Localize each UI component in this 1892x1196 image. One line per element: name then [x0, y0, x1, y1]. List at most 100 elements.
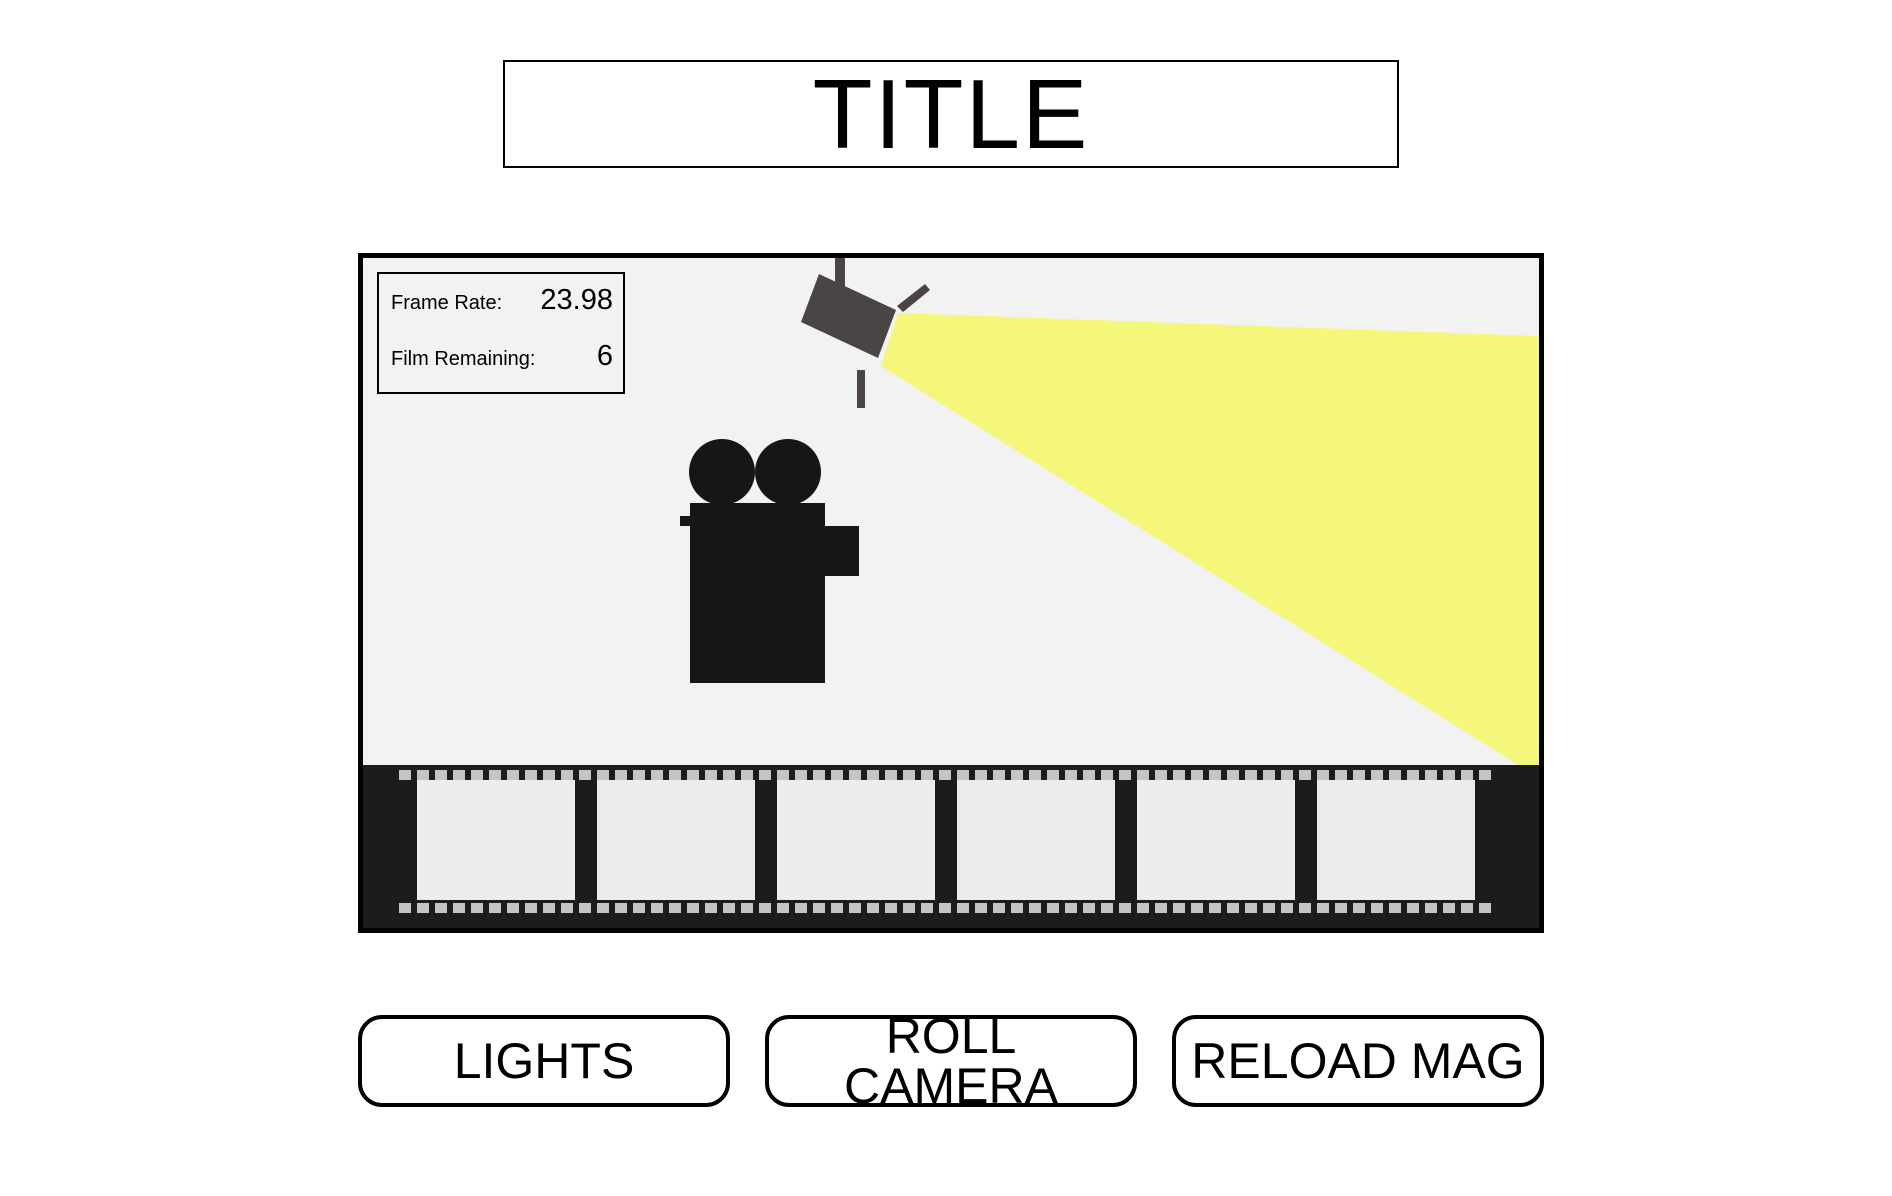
sprocket-hole	[615, 770, 627, 780]
sprocket-hole	[957, 903, 969, 913]
sprocket-hole	[849, 903, 861, 913]
sprocket-hole	[813, 770, 825, 780]
sprocket-hole	[507, 770, 519, 780]
sprocket-hole	[1353, 903, 1365, 913]
sprocket-hole	[831, 770, 843, 780]
sprocket-hole	[1065, 770, 1077, 780]
sprocket-hole	[975, 903, 987, 913]
sprocket-hole	[669, 903, 681, 913]
frame-rate-value: 23.98	[540, 284, 613, 316]
light-beam-body	[881, 313, 1539, 778]
sprocket-hole	[885, 770, 897, 780]
sprocket-hole	[633, 770, 645, 780]
sprocket-hole	[579, 770, 591, 780]
sprocket-hole	[849, 770, 861, 780]
sprocket-hole	[1335, 770, 1347, 780]
film-frame	[957, 780, 1115, 900]
sprocket-hole	[399, 903, 411, 913]
sprocket-hole	[1137, 770, 1149, 780]
sprocket-hole	[1119, 903, 1131, 913]
sprocket-hole	[489, 770, 501, 780]
sprocket-hole	[1155, 903, 1167, 913]
sprocket-hole	[759, 903, 771, 913]
sprocket-hole	[1083, 903, 1095, 913]
sprocket-hole	[1389, 770, 1401, 780]
film-frame	[417, 780, 575, 900]
sprocket-hole	[543, 903, 555, 913]
sprocket-hole	[1101, 903, 1113, 913]
sprocket-hole	[471, 903, 483, 913]
sprocket-hole	[1173, 770, 1185, 780]
sprocket-hole	[903, 770, 915, 780]
film-remaining-label: Film Remaining:	[391, 348, 536, 370]
sprocket-hole	[885, 903, 897, 913]
sprocket-hole	[1083, 770, 1095, 780]
sprocket-hole	[1263, 903, 1275, 913]
sprocket-hole	[867, 903, 879, 913]
sprocket-hole	[651, 903, 663, 913]
sprocket-hole	[651, 770, 663, 780]
sprocket-hole	[417, 903, 429, 913]
sprocket-hole	[921, 903, 933, 913]
sprocket-hole	[777, 770, 789, 780]
sprocket-hole	[1011, 903, 1023, 913]
film-strip	[363, 765, 1539, 928]
sprocket-hole	[975, 770, 987, 780]
sprocket-hole	[795, 903, 807, 913]
stage-scene: Frame Rate: 23.98 Film Remaining: 6	[358, 253, 1544, 933]
sprocket-hole	[813, 903, 825, 913]
sprocket-hole	[1479, 770, 1491, 780]
sprocket-hole	[993, 770, 1005, 780]
sprocket-hole	[1263, 770, 1275, 780]
sprocket-hole	[741, 903, 753, 913]
sprocket-hole	[1029, 770, 1041, 780]
sprocket-hole	[435, 903, 447, 913]
sprocket-hole	[579, 903, 591, 913]
sprocket-hole	[1371, 903, 1383, 913]
sprocket-hole	[1137, 903, 1149, 913]
sprocket-hole	[1047, 770, 1059, 780]
sprocket-hole	[1407, 770, 1419, 780]
sprocket-hole	[453, 903, 465, 913]
sprocket-hole	[543, 770, 555, 780]
sprocket-hole	[615, 903, 627, 913]
sprocket-hole	[453, 770, 465, 780]
sprocket-hole	[525, 903, 537, 913]
roll-camera-button[interactable]: ROLL CAMERA	[765, 1011, 1137, 1111]
sprocket-hole	[831, 903, 843, 913]
sprocket-hole	[1281, 770, 1293, 780]
sprocket-hole	[669, 770, 681, 780]
sprocket-hole	[1245, 770, 1257, 780]
sprocket-hole	[561, 903, 573, 913]
sprocket-hole	[705, 903, 717, 913]
sprocket-hole	[903, 903, 915, 913]
sprocket-hole	[993, 903, 1005, 913]
film-frame	[1137, 780, 1295, 900]
sprocket-hole	[795, 770, 807, 780]
sprocket-hole	[1191, 770, 1203, 780]
sprocket-hole	[1227, 770, 1239, 780]
film-camera-icon	[680, 439, 859, 683]
sprocket-hole	[1209, 903, 1221, 913]
sprocket-hole	[705, 770, 717, 780]
sprocket-hole	[1299, 903, 1311, 913]
sprocket-hole	[939, 770, 951, 780]
sprocket-hole	[1443, 770, 1455, 780]
sprocket-hole	[1047, 903, 1059, 913]
sprocket-hole	[777, 903, 789, 913]
sprocket-hole	[1443, 903, 1455, 913]
page-title: TITLE	[503, 60, 1399, 168]
sprocket-hole	[435, 770, 447, 780]
sprocket-hole	[489, 903, 501, 913]
sprocket-hole	[957, 770, 969, 780]
film-remaining-row: Film Remaining: 6	[391, 340, 613, 373]
reload-mag-button[interactable]: RELOAD MAG	[1172, 1015, 1544, 1107]
sprocket-hole	[1011, 770, 1023, 780]
sprocket-hole	[471, 770, 483, 780]
lights-button[interactable]: LIGHTS	[358, 1015, 730, 1107]
sprocket-hole	[1209, 770, 1221, 780]
sprocket-hole	[507, 903, 519, 913]
sprocket-hole	[1155, 770, 1167, 780]
sprocket-hole	[1101, 770, 1113, 780]
sprocket-hole	[1227, 903, 1239, 913]
